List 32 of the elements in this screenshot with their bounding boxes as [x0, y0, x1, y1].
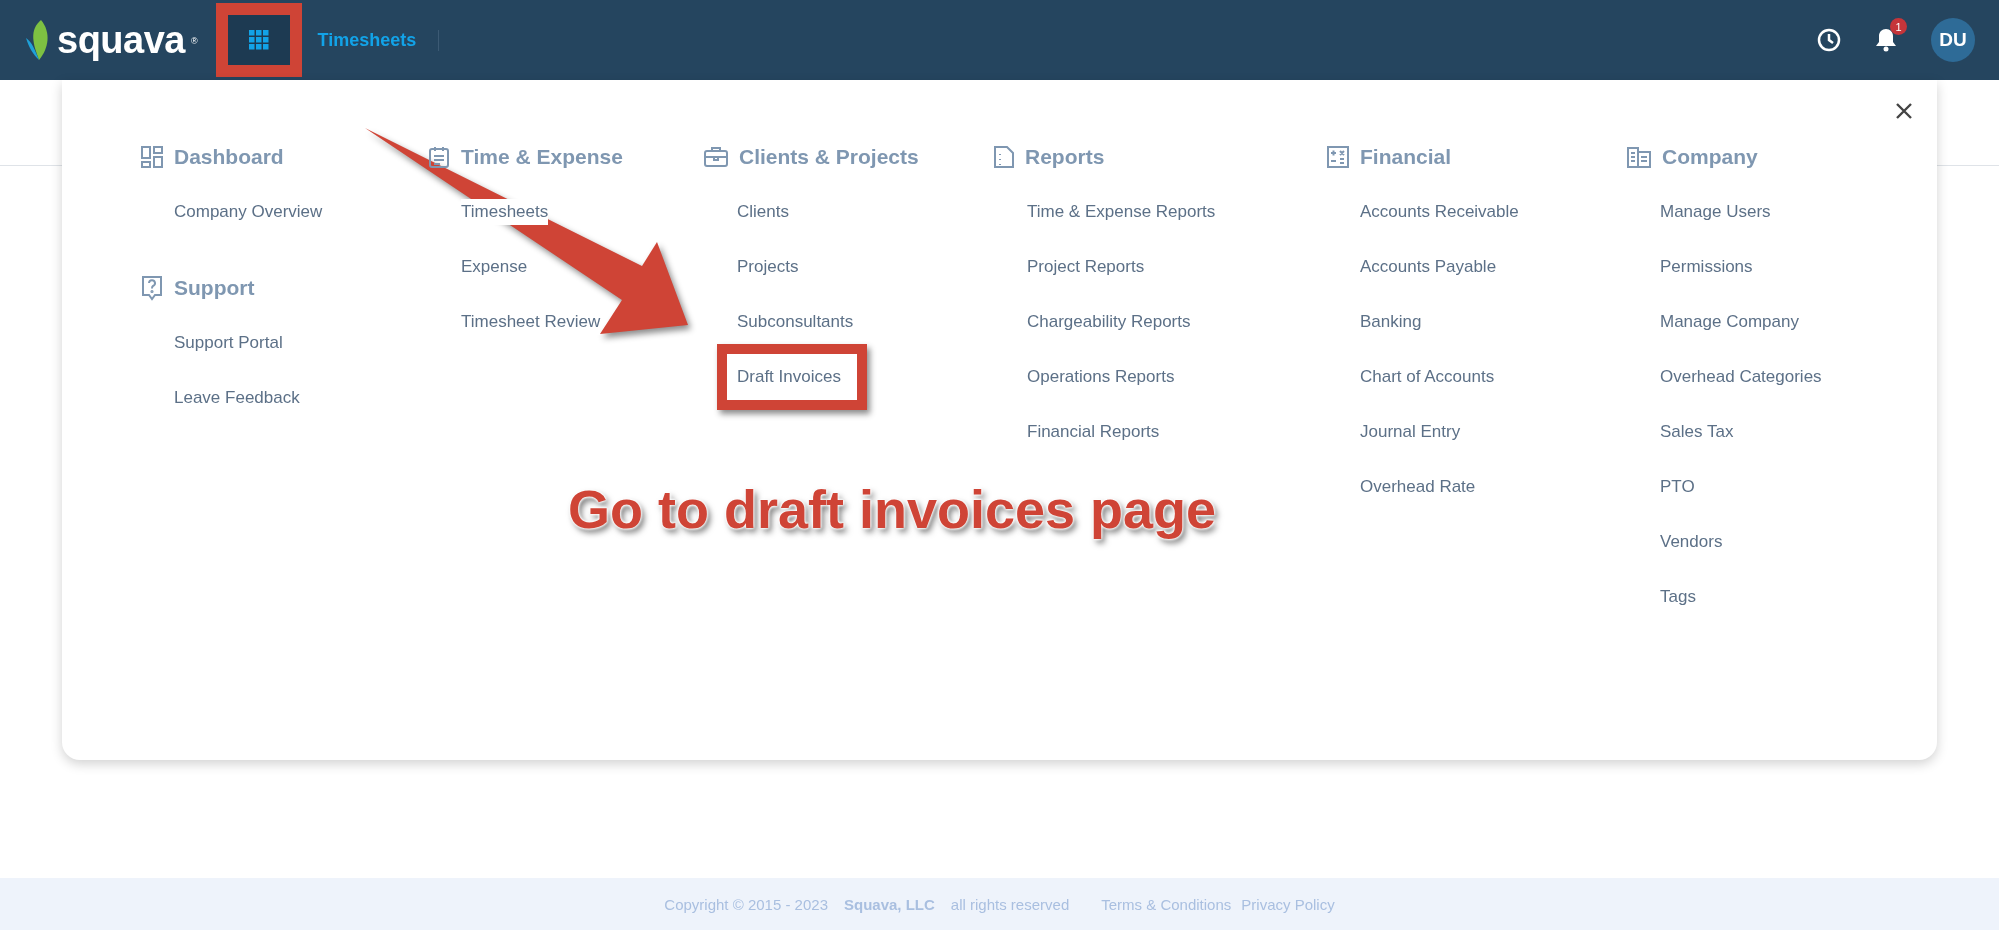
clock-icon — [1817, 28, 1841, 52]
bell-icon — [1875, 28, 1897, 52]
rights-text: all rights reserved — [950, 895, 1070, 913]
close-button[interactable] — [1895, 102, 1913, 120]
logo-wordmark: squava — [57, 18, 185, 62]
copyright-text: Copyright © 2015 - 2023 — [664, 895, 828, 913]
menu-section-title: Clients & Projects — [739, 145, 919, 169]
calendar-icon — [427, 145, 451, 169]
menu-section-title: Support — [174, 276, 255, 300]
menu-section-title: Dashboard — [174, 145, 284, 169]
dashboard-icon — [140, 145, 164, 169]
help-icon — [140, 275, 164, 301]
briefcase-icon — [703, 145, 729, 169]
notification-badge: 1 — [1890, 18, 1907, 35]
user-avatar[interactable]: DU — [1931, 18, 1975, 62]
menu-link[interactable]: Draft Invoices — [717, 344, 867, 410]
close-icon — [1895, 102, 1913, 120]
grid-icon — [248, 30, 269, 50]
menu-section-title: Reports — [1025, 145, 1105, 169]
building-icon — [1626, 145, 1652, 169]
notifications-button[interactable]: 1 — [1875, 18, 1907, 52]
document-icon — [993, 145, 1015, 169]
menu-section-title: Company — [1662, 145, 1758, 169]
menu-section-title: Financial — [1360, 145, 1452, 169]
registered-mark: ® — [190, 36, 198, 46]
menu-section-title: Time & Expense — [461, 145, 623, 169]
app-title-link[interactable]: Timesheets — [317, 29, 440, 51]
annotation-caption: Go to draft invoices page — [568, 478, 1217, 540]
company-name: Squava, LLC — [844, 895, 935, 913]
menu-link[interactable]: Timesheets — [461, 199, 549, 225]
calculator-icon — [1326, 145, 1350, 169]
clock-button[interactable] — [1817, 28, 1841, 52]
